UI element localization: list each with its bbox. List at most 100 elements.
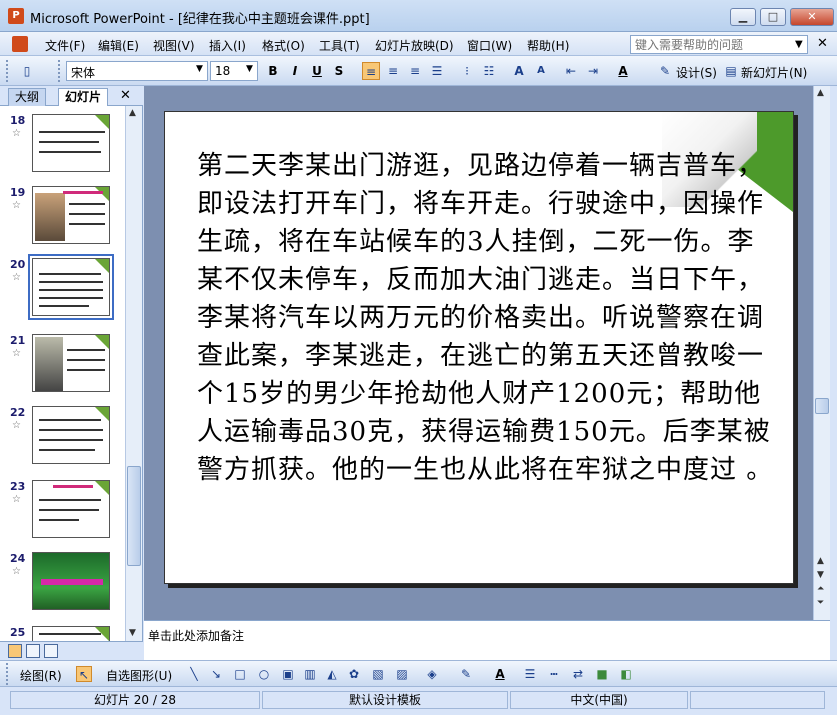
previous-slide-icon[interactable]: ⏶ [817, 584, 824, 594]
slide-thumb-row[interactable]: 21 ☆ [0, 334, 125, 404]
scroll-up-icon[interactable]: ▲ [129, 108, 136, 118]
slide-scrollbar[interactable]: ▲ ▲ ▼ ⏶ ⏷ [813, 86, 830, 620]
draw-menu-button[interactable]: 绘图(R) [20, 667, 62, 684]
arrow-icon[interactable]: ↘ [208, 666, 224, 682]
align-right-icon[interactable]: ≡ [406, 62, 424, 80]
scroll-down-icon[interactable]: ▼ [129, 628, 136, 638]
slide-thumbnail-selected[interactable] [28, 254, 114, 320]
slide-thumbnail[interactable] [32, 626, 110, 641]
new-slide-button[interactable]: 新幻灯片(N) [741, 64, 807, 81]
decrease-font-icon[interactable]: A [532, 62, 550, 80]
slide-thumbnail[interactable] [32, 480, 110, 538]
new-document-icon[interactable]: ▯ [18, 62, 36, 80]
pane-close-icon[interactable]: ✕ [120, 88, 131, 103]
scrollbar-thumb[interactable] [127, 466, 141, 566]
font-name-select[interactable]: 宋体 [66, 61, 208, 81]
align-left-icon[interactable]: ≡ [362, 62, 380, 80]
slide-thumb-row[interactable]: 24 ☆ [0, 552, 125, 622]
normal-view-icon[interactable] [8, 644, 22, 658]
bullets-icon[interactable]: ☷ [480, 62, 498, 80]
scroll-down-icon[interactable]: ▼ [817, 570, 824, 580]
notes-placeholder[interactable]: 单击此处添加备注 [148, 627, 244, 644]
next-slide-icon[interactable]: ⏷ [817, 598, 824, 608]
menu-format[interactable]: 格式(O) [262, 37, 305, 54]
notes-pane[interactable]: 单击此处添加备注 [144, 620, 830, 660]
slide-thumb-row[interactable]: 25 [0, 626, 125, 641]
shadow-style-icon[interactable]: ■ [594, 666, 610, 682]
line-icon[interactable]: ╲ [186, 666, 202, 682]
shadow-button[interactable]: S [330, 62, 348, 80]
maximize-button[interactable]: □ [760, 8, 786, 26]
thumbnails-scrollbar[interactable]: ▲ ▼ [125, 106, 142, 641]
slide-thumb-row[interactable]: 18 ☆ [0, 114, 125, 184]
toolbar-grip[interactable] [6, 663, 9, 685]
powerpoint-app-icon[interactable]: P [8, 8, 24, 24]
menu-slideshow[interactable]: 幻灯片放映(D) [375, 37, 454, 54]
slide-sorter-icon[interactable] [26, 644, 40, 658]
scrollbar-thumb[interactable] [815, 398, 829, 414]
menu-tools[interactable]: 工具(T) [319, 37, 360, 54]
tab-slides[interactable]: 幻灯片 [58, 88, 109, 106]
align-center-icon[interactable]: ≡ [384, 62, 402, 80]
arrow-style-icon[interactable]: ⇄ [570, 666, 586, 682]
slide-thumb-row[interactable]: 23 ☆ [0, 480, 125, 550]
picture-icon[interactable]: ▨ [394, 666, 410, 682]
3d-style-icon[interactable]: ◧ [618, 666, 634, 682]
close-button[interactable]: ✕ [790, 8, 834, 26]
menu-insert[interactable]: 插入(I) [209, 37, 246, 54]
toolbar-grip[interactable] [6, 60, 9, 82]
dash-style-icon[interactable]: ┅ [546, 666, 562, 682]
bold-button[interactable]: B [264, 62, 282, 80]
menu-help[interactable]: 帮助(H) [527, 37, 569, 54]
slideshow-icon[interactable] [44, 644, 58, 658]
increase-font-icon[interactable]: A [510, 62, 528, 80]
wordart-icon[interactable]: ◭ [324, 666, 340, 682]
slide-thumb-row[interactable]: 20 ☆ [0, 254, 125, 328]
diagram-icon[interactable]: ✿ [346, 666, 362, 682]
slide-thumb-row[interactable]: 19 ☆ [0, 186, 125, 256]
slide-thumbnail[interactable] [32, 406, 110, 464]
italic-button[interactable]: I [286, 62, 304, 80]
textbox-icon[interactable]: ▣ [280, 666, 296, 682]
design-button[interactable]: 设计(S) [676, 64, 717, 81]
font-color-icon[interactable]: A [614, 62, 632, 80]
slide-thumbnail[interactable] [32, 114, 110, 172]
document-icon[interactable] [12, 36, 28, 52]
slide-canvas[interactable]: 第二天李某出门游逛，见路边停着一辆吉普车，即设法打开车门，将车开走。行驶途中，因… [164, 111, 794, 584]
clipart-icon[interactable]: ▧ [370, 666, 386, 682]
minimize-button[interactable]: ▁ [730, 8, 756, 26]
help-search-input[interactable] [630, 35, 808, 54]
menu-view[interactable]: 视图(V) [153, 37, 195, 54]
numbering-icon[interactable]: ⁝ [458, 62, 476, 80]
select-pointer-icon[interactable]: ↖ [76, 666, 92, 682]
toolbar-grip[interactable] [58, 60, 61, 82]
font-color-icon[interactable]: A [492, 666, 508, 682]
slide-thumbnail[interactable] [32, 186, 110, 244]
increase-indent-icon[interactable]: ⇥ [584, 62, 602, 80]
design-icon[interactable]: ✎ [656, 62, 674, 80]
decrease-indent-icon[interactable]: ⇤ [562, 62, 580, 80]
vertical-textbox-icon[interactable]: ▥ [302, 666, 318, 682]
distribute-icon[interactable]: ☰ [428, 62, 446, 80]
tab-outline[interactable]: 大纲 [8, 88, 47, 106]
chevron-down-icon[interactable]: ▼ [246, 64, 253, 74]
line-color-icon[interactable]: ✎ [458, 666, 474, 682]
help-dropdown-icon[interactable]: ▼ [795, 39, 803, 50]
new-slide-icon[interactable]: ▤ [722, 62, 740, 80]
slide-body-text[interactable]: 第二天李某出门游逛，见路边停着一辆吉普车，即设法打开车门，将车开走。行驶途中，因… [197, 147, 777, 489]
slide-thumbnail[interactable] [32, 334, 110, 392]
underline-button[interactable]: U [308, 62, 326, 80]
oval-icon[interactable]: ○ [256, 666, 272, 682]
design-template[interactable]: 默认设计模板 [262, 691, 508, 709]
slide-thumb-row[interactable]: 22 ☆ [0, 406, 125, 476]
line-style-icon[interactable]: ☰ [522, 666, 538, 682]
document-close-icon[interactable]: ✕ [817, 36, 828, 51]
autoshapes-button[interactable]: 自选图形(U) [106, 667, 172, 684]
rectangle-icon[interactable]: □ [232, 666, 248, 682]
slide-thumbnail[interactable] [32, 552, 110, 610]
chevron-down-icon[interactable]: ▼ [196, 64, 203, 74]
fill-color-icon[interactable]: ◈ [424, 666, 440, 682]
scroll-up-icon[interactable]: ▲ [817, 556, 824, 566]
menu-window[interactable]: 窗口(W) [467, 37, 512, 54]
menu-file[interactable]: 文件(F) [45, 37, 85, 54]
